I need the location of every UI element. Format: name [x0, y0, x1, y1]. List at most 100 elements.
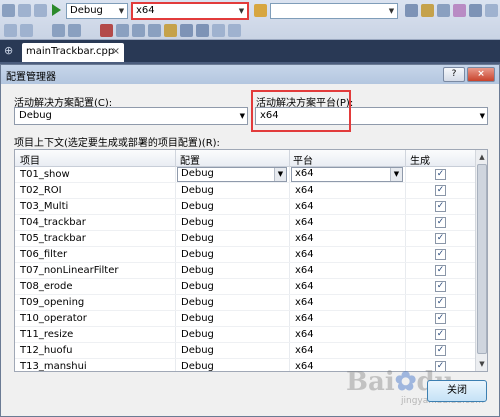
table-row[interactable]: T12_huofu Debug x64 ✓: [15, 343, 475, 359]
find-combo[interactable]: ▼: [270, 3, 398, 19]
find-icon[interactable]: [254, 4, 267, 17]
config-value[interactable]: Debug: [181, 345, 214, 356]
scroll-up-icon[interactable]: ▲: [476, 151, 487, 163]
build-checkbox[interactable]: ✓: [435, 217, 446, 228]
breakpoint-icon[interactable]: [100, 24, 113, 37]
build-checkbox[interactable]: ✓: [435, 281, 446, 292]
column-header-config[interactable]: 配置: [180, 152, 200, 167]
config-value[interactable]: Debug: [181, 265, 214, 276]
config-value[interactable]: Debug: [181, 313, 214, 324]
table-row[interactable]: T04_trackbar Debug x64 ✓: [15, 215, 475, 231]
platform-value[interactable]: x64: [295, 297, 314, 308]
pin-icon[interactable]: ⊕: [4, 44, 13, 57]
start-debug-icon[interactable]: [52, 4, 61, 16]
platform-value[interactable]: x64: [295, 345, 314, 356]
active-config-dropdown[interactable]: Debug ▼: [14, 107, 248, 125]
platform-cell-dropdown[interactable]: x64 ▼: [291, 167, 403, 182]
extension-icon[interactable]: [485, 4, 498, 17]
bookmark-icon[interactable]: [164, 24, 177, 37]
close-icon[interactable]: ×: [112, 43, 120, 61]
table-row[interactable]: T08_erode Debug x64 ✓: [15, 279, 475, 295]
comment-icon[interactable]: [52, 24, 65, 37]
platform-value[interactable]: x64: [295, 249, 314, 260]
uncomment-icon[interactable]: [68, 24, 81, 37]
platform-value[interactable]: x64: [295, 185, 314, 196]
scroll-down-icon[interactable]: ▼: [476, 358, 487, 370]
dialog-close-button[interactable]: ×: [467, 67, 495, 82]
save-all-icon[interactable]: [2, 4, 15, 17]
platform-value[interactable]: x64: [295, 313, 314, 324]
prev-bookmark-icon[interactable]: [180, 24, 193, 37]
chevron-down-icon: ▼: [238, 7, 245, 15]
help-button[interactable]: ?: [443, 67, 465, 82]
table-row[interactable]: T07_nonLinearFilter Debug x64 ✓: [15, 263, 475, 279]
table-row[interactable]: T01_show Debug ▼ x64 ▼ ✓: [15, 167, 475, 183]
build-checkbox[interactable]: ✓: [435, 297, 446, 308]
solution-platform-combo[interactable]: x64 ▼: [132, 3, 248, 19]
solution-explorer-icon[interactable]: [421, 4, 434, 17]
column-header-build[interactable]: 生成: [410, 152, 430, 167]
platform-value[interactable]: x64: [295, 265, 314, 276]
platform-value[interactable]: x64: [295, 329, 314, 340]
config-cell-dropdown[interactable]: Debug ▼: [177, 167, 287, 182]
config-value[interactable]: Debug: [181, 201, 214, 212]
tab-maintrackbar-cpp[interactable]: mainTrackbar.cpp ×: [22, 43, 124, 62]
step-over-icon[interactable]: [132, 24, 145, 37]
chevron-down-icon: ▼: [118, 7, 125, 15]
project-name: T01_show: [20, 169, 70, 180]
object-browser-icon[interactable]: [469, 4, 482, 17]
platform-value[interactable]: x64: [295, 233, 314, 244]
next-bookmark-icon[interactable]: [196, 24, 209, 37]
build-checkbox[interactable]: ✓: [435, 345, 446, 356]
indent-icon[interactable]: [20, 24, 33, 37]
vertical-scrollbar[interactable]: ▲ ▼: [475, 150, 487, 371]
chevron-down-icon: ▼: [274, 168, 286, 181]
column-header-project[interactable]: 项目: [20, 152, 40, 167]
column-header-platform[interactable]: 平台: [293, 152, 313, 167]
table-row[interactable]: T05_trackbar Debug x64 ✓: [15, 231, 475, 247]
platform-value[interactable]: x64: [295, 361, 314, 371]
config-value[interactable]: Debug: [181, 185, 214, 196]
step-out-icon[interactable]: [148, 24, 161, 37]
dialog-titlebar[interactable]: 配置管理器 ? ×: [1, 65, 499, 84]
build-checkbox[interactable]: ✓: [435, 185, 446, 196]
config-value[interactable]: Debug: [181, 217, 214, 228]
format-icon[interactable]: [4, 24, 17, 37]
build-checkbox[interactable]: ✓: [435, 233, 446, 244]
properties-icon[interactable]: [437, 4, 450, 17]
build-checkbox[interactable]: ✓: [435, 169, 446, 180]
table-row[interactable]: T11_resize Debug x64 ✓: [15, 327, 475, 343]
step-into-icon[interactable]: [116, 24, 129, 37]
table-row[interactable]: T02_ROI Debug x64 ✓: [15, 183, 475, 199]
config-value[interactable]: Debug: [181, 329, 214, 340]
build-checkbox[interactable]: ✓: [435, 265, 446, 276]
table-row[interactable]: T10_operator Debug x64 ✓: [15, 311, 475, 327]
close-button[interactable]: 关闭: [427, 380, 487, 402]
toolbar-options-icon[interactable]: [228, 24, 241, 37]
config-value[interactable]: Debug: [181, 233, 214, 244]
build-checkbox[interactable]: ✓: [435, 249, 446, 260]
config-value[interactable]: Debug: [181, 281, 214, 292]
table-row[interactable]: T06_filter Debug x64 ✓: [15, 247, 475, 263]
scrollbar-thumb[interactable]: [477, 164, 487, 354]
toolbox-icon[interactable]: [453, 4, 466, 17]
build-checkbox[interactable]: ✓: [435, 329, 446, 340]
config-value[interactable]: Debug: [181, 297, 214, 308]
config-value[interactable]: Debug: [181, 249, 214, 260]
solution-config-combo[interactable]: Debug ▼: [66, 3, 128, 19]
redo-icon[interactable]: [34, 4, 47, 17]
ide-toolbar: Debug ▼ x64 ▼ ▼: [0, 0, 500, 40]
platform-value[interactable]: x64: [295, 217, 314, 228]
undo-icon[interactable]: [18, 4, 31, 17]
config-value[interactable]: Debug: [181, 361, 214, 371]
build-checkbox[interactable]: ✓: [435, 201, 446, 212]
table-row[interactable]: T03_Multi Debug x64 ✓: [15, 199, 475, 215]
platform-value[interactable]: x64: [295, 201, 314, 212]
build-checkbox[interactable]: ✓: [435, 313, 446, 324]
platform-value[interactable]: x64: [295, 281, 314, 292]
chevron-down-icon: ▼: [479, 112, 485, 120]
find-in-files-icon[interactable]: [405, 4, 418, 17]
table-row[interactable]: T09_opening Debug x64 ✓: [15, 295, 475, 311]
clear-bookmarks-icon[interactable]: [212, 24, 225, 37]
active-platform-dropdown[interactable]: x64 ▼: [255, 107, 488, 125]
